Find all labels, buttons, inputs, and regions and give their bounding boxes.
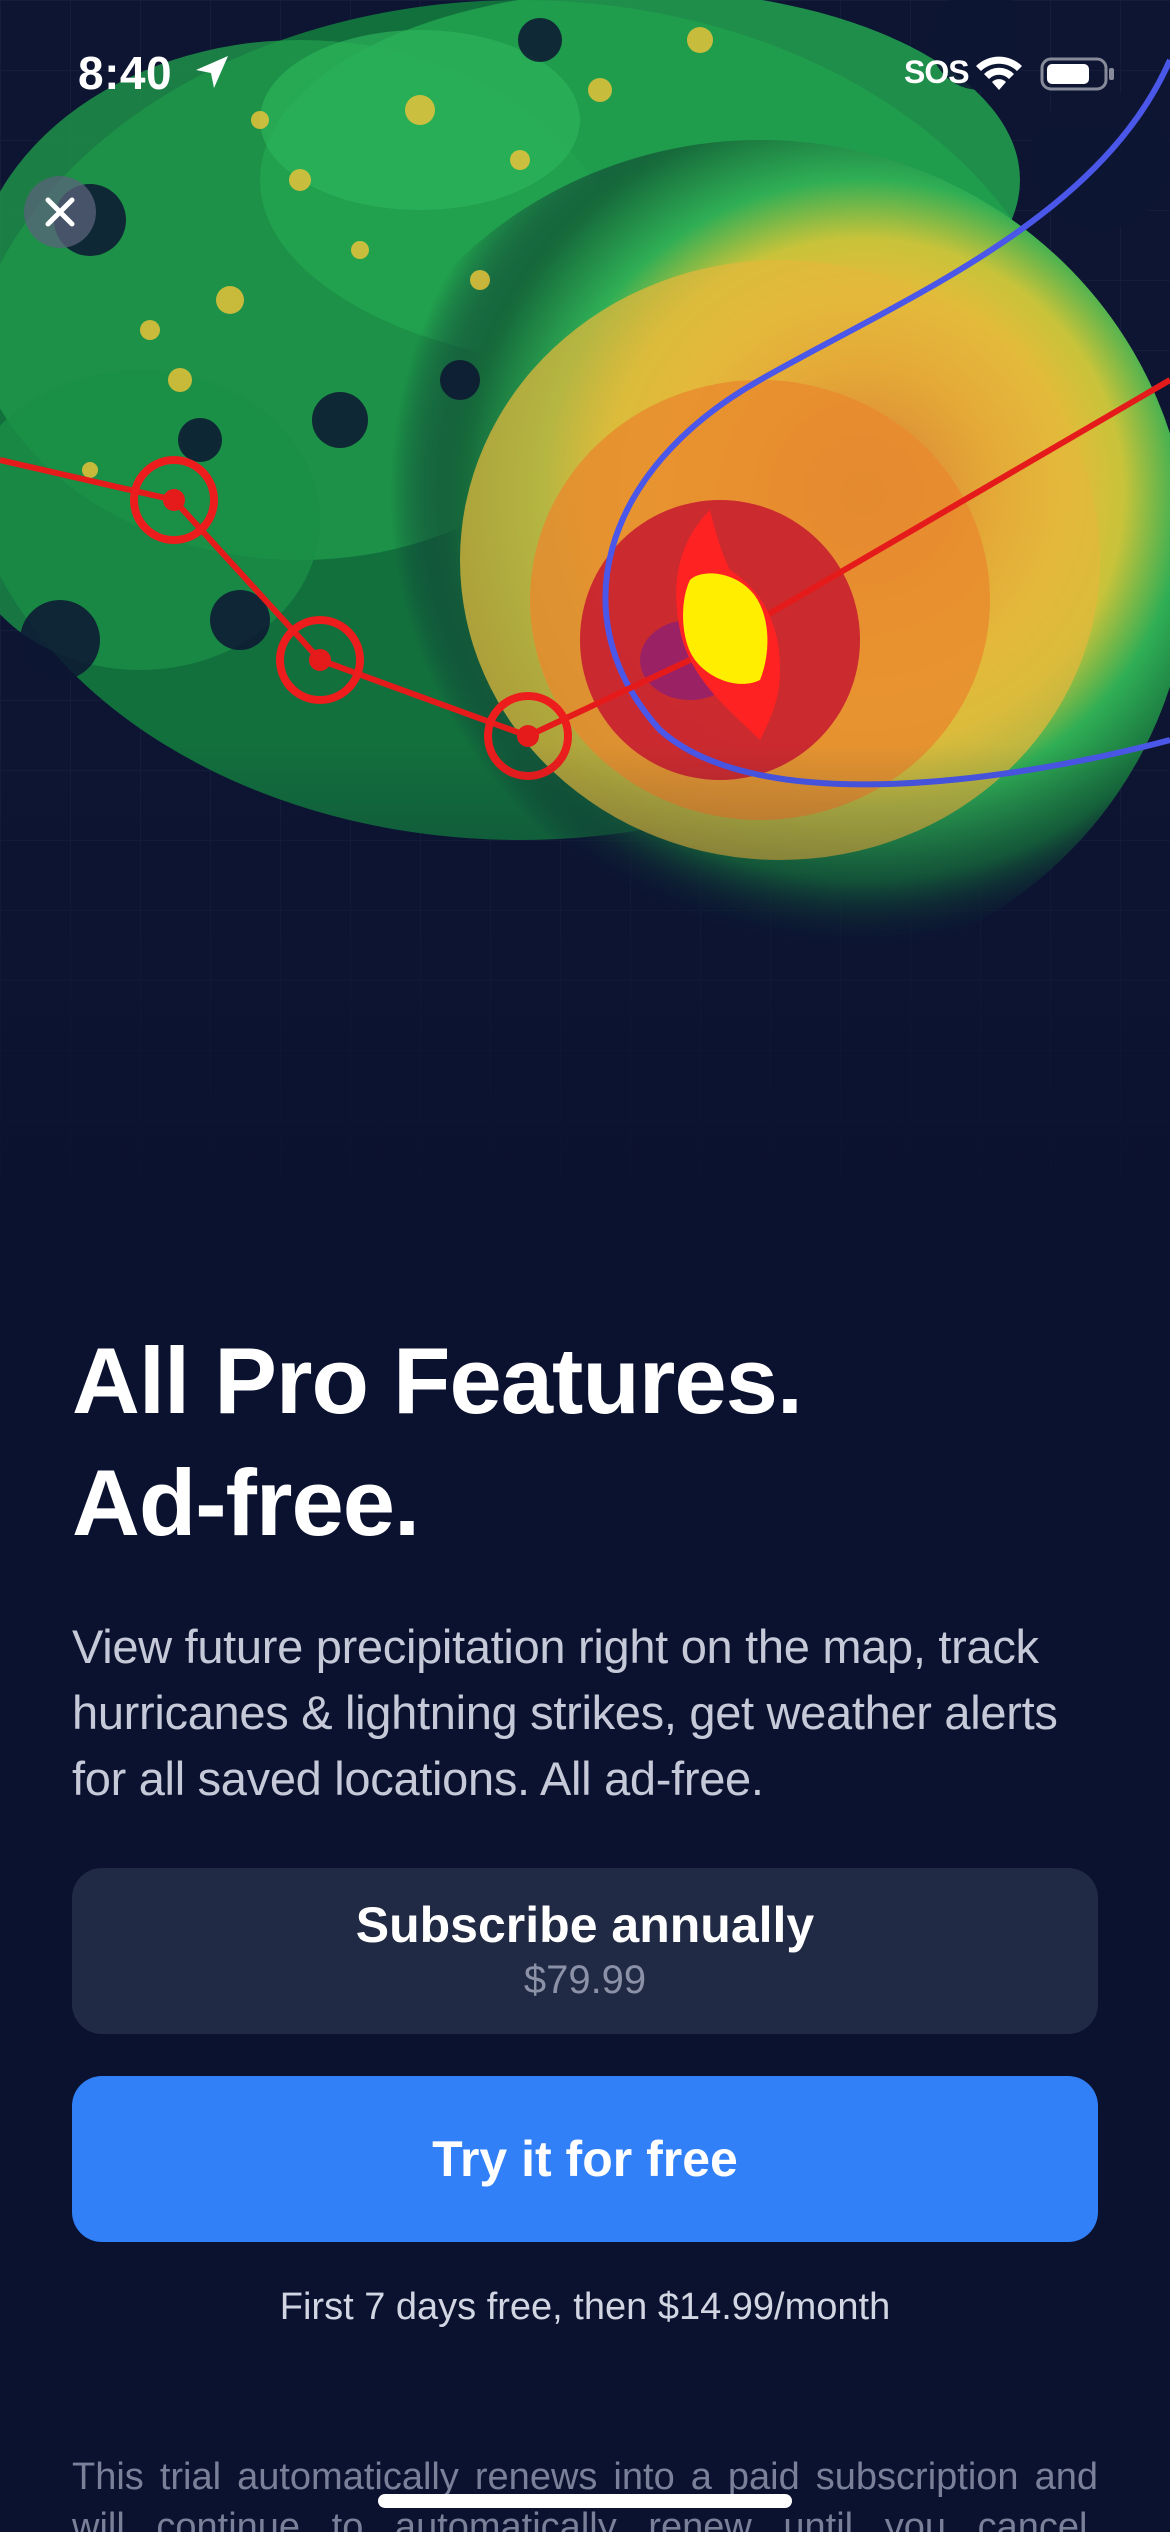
try-free-button[interactable]: Try it for free xyxy=(72,2076,1098,2242)
paywall-content: All Pro Features. Ad-free. View future p… xyxy=(72,1320,1098,1812)
headline-line-1: All Pro Features. xyxy=(72,1328,803,1433)
radar-map xyxy=(0,0,1170,1240)
sos-indicator: SOS xyxy=(904,54,970,90)
wifi-icon xyxy=(976,56,1022,90)
status-bar: 8:40 SOS xyxy=(0,0,1170,150)
subscribe-annually-button[interactable]: Subscribe annually $79.99 xyxy=(72,1868,1098,2034)
trial-terms-note: First 7 days free, then $14.99/month xyxy=(279,2286,891,2328)
feature-description: View future precipitation right on the m… xyxy=(72,1620,1058,1805)
subscribe-label: Subscribe annually xyxy=(355,1897,815,1953)
location-arrow-icon xyxy=(196,56,228,88)
home-indicator[interactable] xyxy=(378,2494,792,2508)
legal-disclaimer: This trial automatically renews into a p… xyxy=(72,2456,1098,2532)
headline-line-2: Ad-free. xyxy=(72,1450,420,1555)
subscribe-price: $79.99 xyxy=(523,1958,647,2002)
battery-icon xyxy=(1040,57,1114,91)
headline: All Pro Features. Ad-free. xyxy=(72,1320,1098,1564)
close-icon xyxy=(45,197,75,227)
close-button[interactable] xyxy=(24,176,96,248)
paywall-screen: 8:40 SOS All Pro Features. Ad-free. View… xyxy=(0,0,1170,2532)
status-time: 8:40 xyxy=(78,47,173,99)
